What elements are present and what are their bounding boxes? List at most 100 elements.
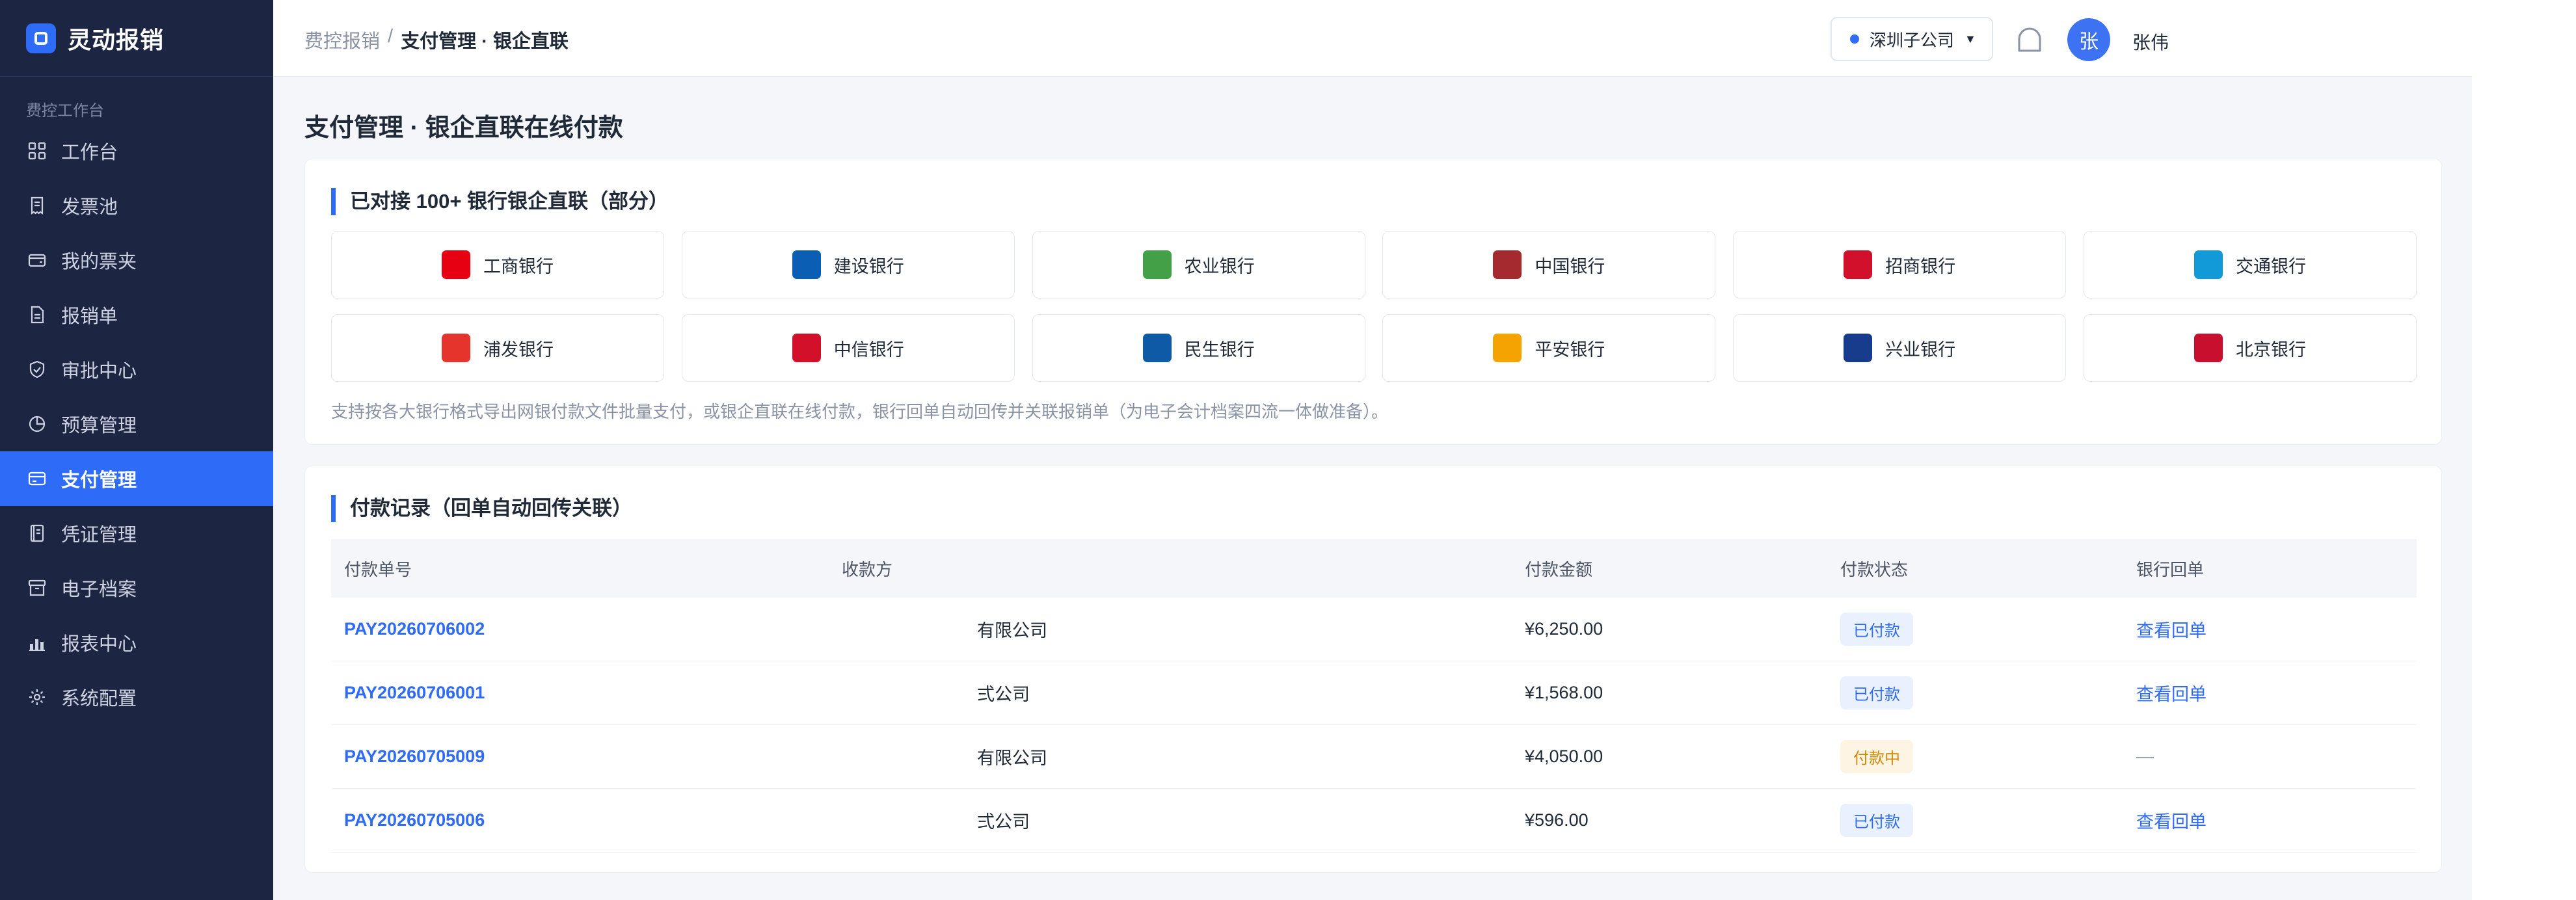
bank-logo-icon [1844,250,1873,279]
sidebar-item-label: 我的票夹 [61,252,137,272]
bank-grid: 工商银行 建设银行 农业银行 中国银行 招商银行 交通银行浦发银行 中信银行 民生银行 平安银行… [331,231,2417,382]
sidebar-item-label: 审批中心 [61,361,137,382]
payment-table: 付款单号 收款方 付款金额 付款状态 银行回单 PAY20260706002 有限… [331,539,2417,853]
sidebar-item-8[interactable]: 电子档案 [0,561,273,615]
payee-name: 弍公司 [977,685,1030,704]
payment-id-link[interactable]: PAY20260706002 [344,619,485,639]
archive-icon [27,578,47,598]
bank-name: 浦发银行 [483,339,554,360]
view-receipt-link[interactable]: 查看回单 [2136,621,2207,641]
bank-name: 交通银行 [2235,256,2306,276]
bank-tile[interactable]: 民生银行 [1032,314,1365,382]
column-header-status: 付款状态 [1840,559,1909,579]
banks-card: 已对接 100+ 银行银企直联（部分） 工商银行 建设银行 农业银行 中国银行 招商银行… [304,159,2442,445]
breadcrumb-current: 支付管理 · 银企直联 [401,31,569,52]
payment-amount: ¥4,050.00 [1525,747,1603,766]
bank-tile[interactable]: 建设银行 [681,231,1015,298]
app-name: 灵动报销 [68,26,165,53]
bank-name: 中信银行 [833,339,904,360]
bank-tile[interactable]: 交通银行 [2083,231,2417,298]
receipt-placeholder: — [2136,747,2154,766]
status-badge: 已付款 [1840,613,1913,646]
sidebar-item-6[interactable]: 支付管理 [0,451,273,506]
bank-tile[interactable]: 平安银行 [1382,314,1716,382]
bank-tile[interactable]: 中国银行 [1382,231,1716,298]
bank-logo-icon [2194,334,2223,362]
receipt-icon [27,196,47,215]
top-bar: 费控报销 / 支付管理 · 银企直联 深圳子公司 ▼ 张 张伟 [273,0,2472,77]
table-row: PAY20260705006 弍公司 ¥596.00 已付款 查看回单 [331,789,2417,853]
bank-tile[interactable]: 兴业银行 [1733,314,2067,382]
bank-tile[interactable]: 中信银行 [681,314,1015,382]
caret-down-icon: ▼ [1965,32,1976,46]
sidebar-item-4[interactable]: 审批中心 [0,342,273,397]
banks-card-title: 已对接 100+ 银行银企直联（部分） [331,188,669,215]
payment-id-link[interactable]: PAY20260706001 [344,683,485,702]
bank-tile[interactable]: 招商银行 [1733,231,2067,298]
breadcrumb-parent[interactable]: 费控报销 [304,26,380,53]
company-name: 深圳子公司 [1870,30,1955,50]
sidebar-item-10[interactable]: 系统配置 [0,670,273,724]
status-badge: 已付款 [1840,804,1913,837]
table-row: PAY20260705009 有限公司 ¥4,050.00 付款中 — [331,725,2417,789]
bank-name: 民生银行 [1184,339,1255,360]
app-logo-icon [26,23,56,53]
bank-tile[interactable]: 北京银行 [2083,314,2417,382]
sidebar-item-7[interactable]: 凭证管理 [0,506,273,561]
bank-logo-icon [442,334,470,362]
page-title: 支付管理 · 银企直联在线付款 [304,114,623,142]
bank-name: 招商银行 [1885,256,1956,276]
table-header: 付款单号 收款方 付款金额 付款状态 银行回单 [331,539,2417,598]
bank-name: 农业银行 [1184,256,1255,276]
bank-name: 兴业银行 [1885,339,1956,360]
column-header-receipt: 银行回单 [2136,559,2205,579]
bell-icon[interactable] [2015,26,2044,55]
wallet-icon [27,250,47,270]
bank-tile[interactable]: 浦发银行 [331,314,664,382]
view-receipt-link[interactable]: 查看回单 [2136,685,2207,704]
payment-amount: ¥1,568.00 [1525,683,1603,702]
sidebar-item-label: 工作台 [61,142,118,163]
sidebar-item-label: 预算管理 [61,416,137,436]
payment-id-link[interactable]: PAY20260705009 [344,747,485,766]
status-badge: 已付款 [1840,676,1913,709]
payee-name: 有限公司 [977,748,1047,768]
document-icon [27,305,47,324]
avatar[interactable]: 张 [2067,18,2110,61]
sidebar-item-label: 发票池 [61,197,118,218]
bank-name: 北京银行 [2235,339,2306,360]
sidebar-item-1[interactable]: 发票池 [0,178,273,233]
payee-name: 弍公司 [977,812,1030,832]
table-row: PAY20260706002 有限公司 ¥6,250.00 已付款 查看回单 [331,598,2417,661]
username[interactable]: 张伟 [2132,29,2169,55]
column-header-id: 付款单号 [344,559,412,579]
sidebar-item-9[interactable]: 报表中心 [0,615,273,670]
bank-logo-icon [2194,250,2223,279]
bank-tile[interactable]: 农业银行 [1032,231,1365,298]
book-icon [27,523,47,543]
company-selector[interactable]: 深圳子公司 ▼ [1831,17,1993,61]
column-header-payee: 收款方 [842,559,893,579]
sidebar-item-label: 报表中心 [61,634,137,655]
bank-tile[interactable]: 工商银行 [331,231,664,298]
banks-note: 支持按各大银行格式导出网银付款文件批量支付，或银企直联在线付款，银行回单自动回传… [331,402,1389,421]
sidebar-item-label: 报销单 [61,306,118,327]
bank-logo-icon [442,250,470,279]
payment-id-link[interactable]: PAY20260705006 [344,810,485,830]
bank-logo-icon [792,250,821,279]
sidebar-item-2[interactable]: 我的票夹 [0,233,273,287]
sidebar-item-0[interactable]: 工作台 [0,124,273,178]
view-receipt-link[interactable]: 查看回单 [2136,812,2207,832]
grid-icon [27,141,47,161]
gear-icon [27,687,47,707]
sidebar-item-5[interactable]: 预算管理 [0,397,273,451]
bank-name: 中国银行 [1535,256,1605,276]
bank-logo-icon [792,334,821,362]
bank-logo-icon [1142,250,1172,279]
bank-logo-icon [1844,334,1873,362]
shield-check-icon [27,360,47,379]
sidebar-section-label: 费控工作台 [26,102,104,120]
brand[interactable]: 灵动报销 [0,0,273,77]
sidebar-item-3[interactable]: 报销单 [0,287,273,342]
payee-name: 有限公司 [977,621,1047,641]
